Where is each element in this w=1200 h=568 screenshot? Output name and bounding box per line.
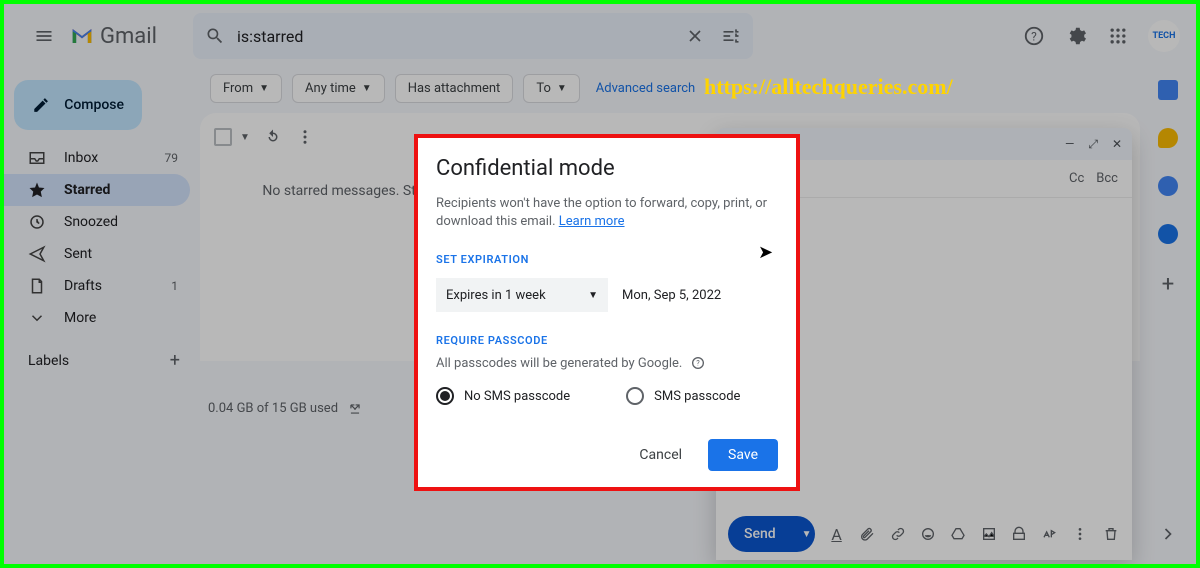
radio-no-sms[interactable]: No SMS passcode [436,387,570,405]
save-button[interactable]: Save [708,439,778,471]
radio-icon [626,387,644,405]
section-require-passcode: REQUIRE PASSCODE [436,334,778,347]
mouse-cursor-icon: ➤ [758,242,773,263]
caret-icon: ▼ [588,290,598,301]
expiration-value: Expires in 1 week [446,288,546,303]
help-icon[interactable]: ? [690,355,706,371]
dialog-title: Confidential mode [436,156,778,181]
cancel-button[interactable]: Cancel [627,439,694,471]
svg-text:?: ? [697,359,701,368]
expiration-date: Mon, Sep 5, 2022 [622,288,721,303]
dialog-description: Recipients won't have the option to forw… [436,195,778,231]
confidential-mode-dialog: Confidential mode Recipients won't have … [414,134,800,491]
watermark-text: https://alltechqueries.com/ [704,74,953,100]
radio-icon [436,387,454,405]
learn-more-link[interactable]: Learn more [559,214,625,229]
section-set-expiration: SET EXPIRATION [436,253,778,266]
passcode-note: All passcodes will be generated by Googl… [436,356,682,371]
radio-sms[interactable]: SMS passcode [626,387,740,405]
expiration-select[interactable]: Expires in 1 week ▼ [436,278,608,312]
